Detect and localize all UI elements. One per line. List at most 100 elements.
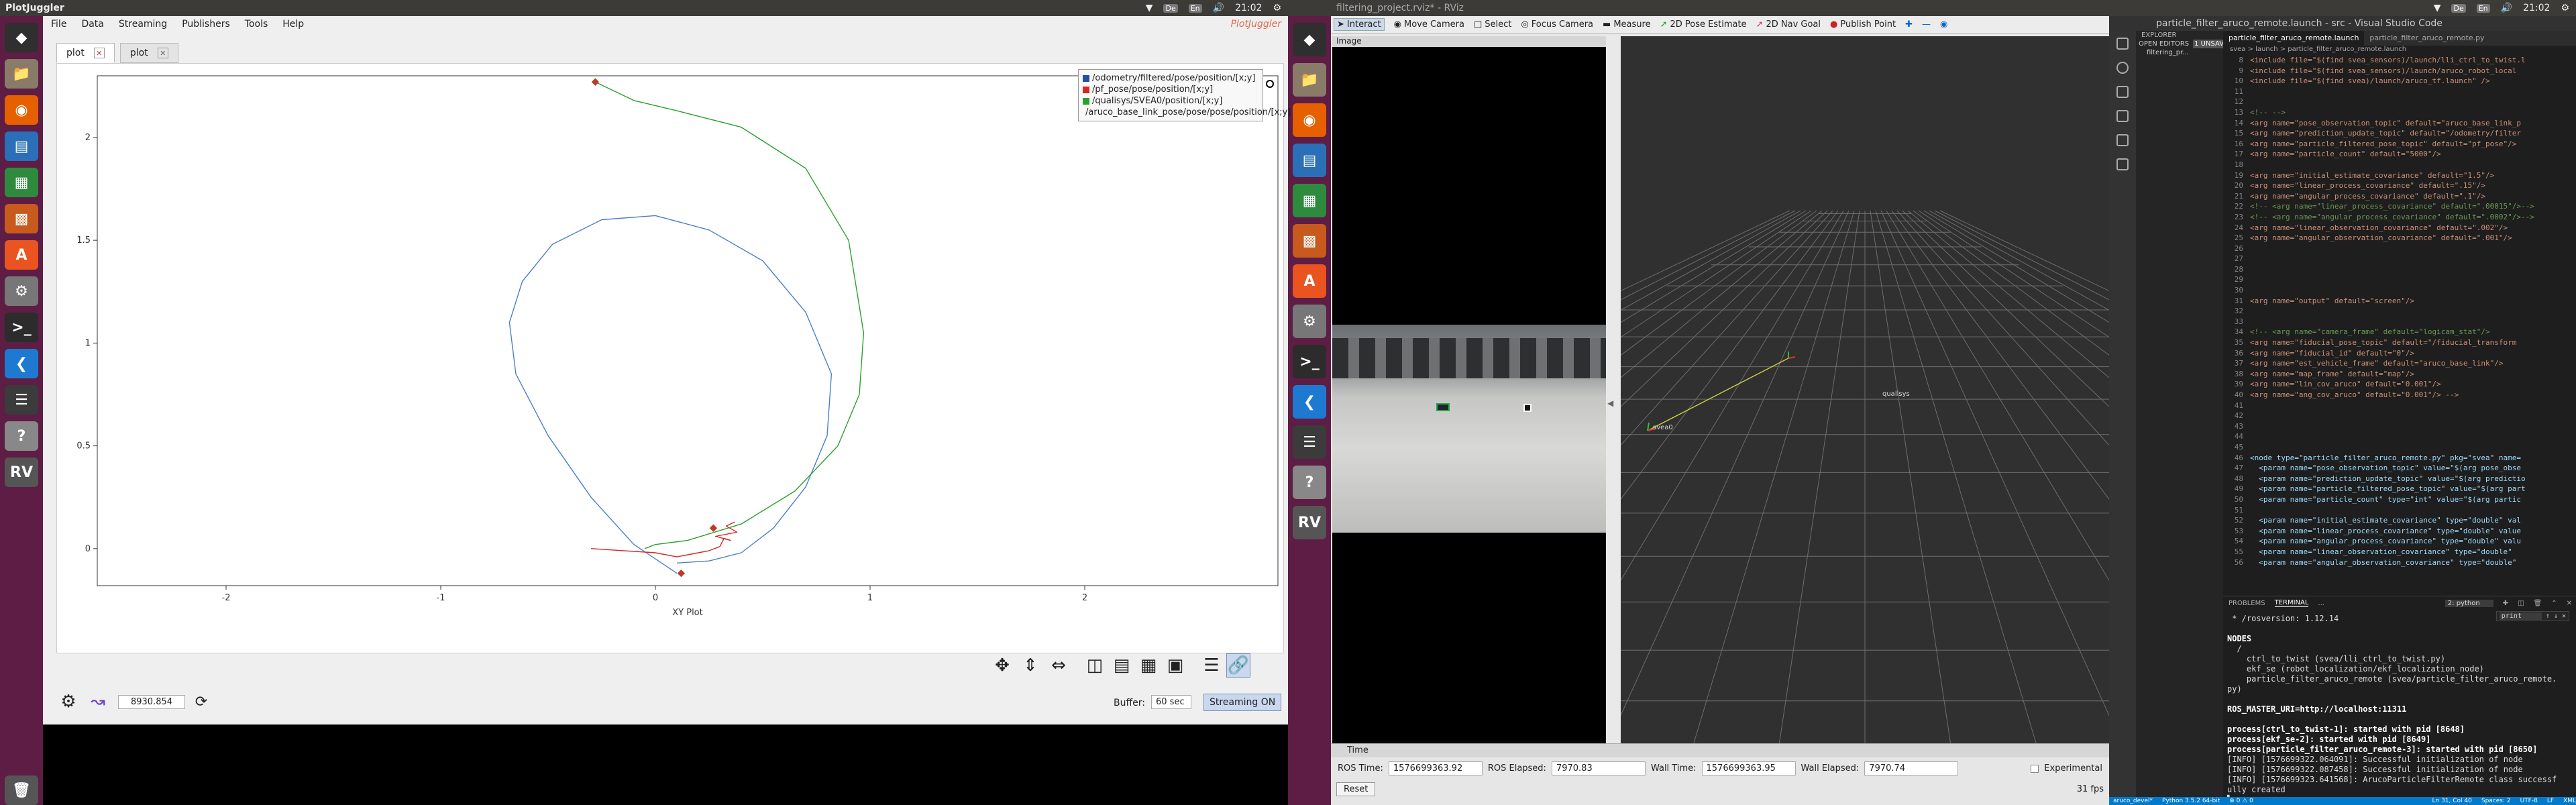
- close-tab-icon[interactable]: ✕: [157, 48, 168, 58]
- code-editor[interactable]: particle_filter_aruco_remote.launch part…: [2223, 31, 2576, 596]
- splitter-handle[interactable]: ◀: [1607, 398, 1614, 408]
- firefox-icon[interactable]: ◉: [5, 95, 38, 125]
- tab-more[interactable]: ...: [2318, 600, 2324, 607]
- help-icon[interactable]: ?: [5, 421, 38, 451]
- terminal-output[interactable]: * /rosversion: 1.12.14 NODES / ctrl_to_tw…: [2223, 610, 2576, 805]
- view-options-icon[interactable]: ◉: [1940, 19, 1947, 30]
- sublime-icon[interactable]: ☰: [1293, 425, 1326, 459]
- status-item[interactable]: Ln 31, Col 40: [2432, 798, 2472, 804]
- wall-time-value[interactable]: 1576699363.95: [1701, 761, 1796, 775]
- writer-icon[interactable]: ▤: [5, 131, 38, 161]
- rviz-icon[interactable]: RV: [1293, 506, 1326, 539]
- calc-icon[interactable]: ▦: [1293, 184, 1326, 217]
- buffer-size-input[interactable]: 60 sec: [1151, 695, 1191, 709]
- tab-terminal[interactable]: TERMINAL: [2274, 599, 2309, 607]
- find-next-icon[interactable]: ↓: [2554, 612, 2558, 620]
- xy-plot-area[interactable]: -2 -1 0 1 2 0 0.5 1 1.5 2 XY Plot /odometry/filter…: [56, 63, 1291, 653]
- status-item[interactable]: Spaces: 2: [2481, 798, 2511, 804]
- status-item[interactable]: XML: [2563, 798, 2576, 804]
- menu-tools[interactable]: Tools: [245, 19, 268, 30]
- streaming-toggle-button[interactable]: Streaming ON: [1203, 694, 1282, 711]
- terminal-select[interactable]: 2: python: [2445, 599, 2493, 607]
- writer-icon[interactable]: ▤: [1293, 144, 1326, 177]
- search-dash-icon[interactable]: ◆: [5, 23, 38, 52]
- tool-publish-point[interactable]: ● Publish Point: [1830, 19, 1896, 30]
- xy-plot-svg[interactable]: -2 -1 0 1 2 0 0.5 1 1.5 2 XY Plot: [57, 64, 1283, 653]
- split-terminal-icon[interactable]: ◫: [2518, 600, 2524, 607]
- search-dash-icon[interactable]: ◆: [1293, 23, 1326, 56]
- move-all-icon[interactable]: ✥: [990, 653, 1014, 678]
- reset-button[interactable]: Reset: [1336, 782, 1376, 796]
- experimental-checkbox[interactable]: [2031, 764, 2039, 773]
- refresh-icon[interactable]: ⟳: [189, 690, 213, 714]
- tool-2d-pose-estimate[interactable]: ➚ 2D Pose Estimate: [1660, 19, 1747, 30]
- status-item[interactable]: aruco_devel*: [2113, 798, 2153, 804]
- vscode-icon[interactable]: ❮: [1293, 385, 1326, 419]
- time-value-field[interactable]: 8930.854: [118, 695, 185, 709]
- 3d-view[interactable]: qualisys svea0: [1621, 36, 2109, 754]
- tab-problems[interactable]: PROBLEMS: [2229, 600, 2265, 607]
- extensions-icon[interactable]: [2116, 134, 2129, 146]
- editor-tab-launch[interactable]: particle_filter_aruco_remote.launch: [2223, 31, 2365, 46]
- software-center-icon[interactable]: A: [5, 240, 38, 270]
- menu-publishers[interactable]: Publishers: [182, 19, 230, 30]
- find-prev-icon[interactable]: ↑: [2546, 612, 2550, 620]
- settings-gear-icon[interactable]: ⚙: [1273, 3, 1281, 13]
- calc-icon[interactable]: ▦: [5, 168, 38, 197]
- menu-data[interactable]: Data: [81, 19, 103, 30]
- tool-focus-camera[interactable]: ◎ Focus Camera: [1521, 19, 1593, 30]
- menu-streaming[interactable]: Streaming: [119, 19, 167, 30]
- layout-icon[interactable]: ▦: [1136, 653, 1161, 678]
- status-item[interactable]: LF: [2547, 798, 2554, 804]
- add-tool-icon[interactable]: ✚: [1905, 19, 1913, 30]
- maximize-icon[interactable]: ⌃: [2551, 600, 2557, 607]
- volume-icon[interactable]: 🔊: [1213, 3, 1224, 13]
- trash-icon[interactable]: 🗑: [5, 775, 38, 805]
- language-indicator[interactable]: En: [2476, 3, 2490, 13]
- remote-icon[interactable]: [2116, 158, 2129, 170]
- status-item[interactable]: UTF-8: [2520, 798, 2538, 804]
- files-icon[interactable]: 📁: [1293, 63, 1326, 97]
- rviz-icon[interactable]: RV: [5, 458, 38, 487]
- system-settings-icon[interactable]: ⚙: [5, 276, 38, 306]
- software-center-icon[interactable]: A: [1293, 264, 1326, 298]
- trash-icon[interactable]: 🗑: [2534, 600, 2542, 607]
- zoom-vertical-icon[interactable]: ⇕: [1018, 653, 1042, 678]
- source-control-icon[interactable]: [2116, 86, 2129, 98]
- zoom-horizontal-icon[interactable]: ⇔: [1046, 653, 1071, 678]
- add-terminal-icon[interactable]: ✚: [2503, 600, 2508, 607]
- time-tracker-icon[interactable]: ↝: [86, 690, 110, 714]
- debug-icon[interactable]: [2116, 110, 2129, 122]
- status-item[interactable]: ⊗ 0 ⚠ 0: [2229, 798, 2253, 804]
- tool-interact[interactable]: ➤ Interact: [1334, 18, 1385, 31]
- split-horizontal-icon[interactable]: ◫: [1083, 653, 1107, 678]
- wifi-icon[interactable]: ▼: [1146, 3, 1153, 13]
- close-icon[interactable]: ✕: [2567, 600, 2572, 607]
- tool-move-camera[interactable]: ◉ Move Camera: [1394, 19, 1464, 30]
- settings-gear-icon[interactable]: ⚙: [56, 690, 80, 714]
- keyboard-indicator[interactable]: De: [1163, 3, 1178, 13]
- vscode-icon[interactable]: ❮: [5, 349, 38, 378]
- volume-icon[interactable]: 🔊: [2501, 3, 2512, 13]
- keyboard-indicator[interactable]: De: [2451, 3, 2466, 13]
- ros-time-value[interactable]: 1576699363.92: [1388, 761, 1483, 775]
- language-indicator[interactable]: En: [1188, 3, 1202, 13]
- fullscreen-icon[interactable]: ▣: [1163, 653, 1187, 678]
- find-input[interactable]: print: [2499, 612, 2542, 620]
- clock[interactable]: 21:02: [2523, 3, 2550, 13]
- wifi-icon[interactable]: ▼: [2434, 3, 2441, 13]
- tool-2d-nav-goal[interactable]: ➚ 2D Nav Goal: [1756, 19, 1821, 30]
- status-item[interactable]: Python 3.5.2 64-bit: [2162, 798, 2220, 804]
- search-icon[interactable]: [2116, 62, 2129, 74]
- terminal-icon[interactable]: >_: [1293, 345, 1326, 378]
- menu-file[interactable]: File: [51, 19, 66, 30]
- clock[interactable]: 21:02: [1235, 3, 1262, 13]
- close-tab-icon[interactable]: ✕: [93, 48, 105, 58]
- wall-elapsed-value[interactable]: 7970.74: [1864, 761, 1959, 775]
- link-icon[interactable]: 🔗: [1226, 653, 1250, 678]
- system-settings-icon[interactable]: ⚙: [1293, 305, 1326, 338]
- close-find-icon[interactable]: ✕: [2562, 612, 2566, 620]
- legend-toggle-icon[interactable]: ☰: [1199, 653, 1224, 678]
- files-icon[interactable]: 📁: [5, 59, 38, 89]
- menu-help[interactable]: Help: [282, 19, 304, 30]
